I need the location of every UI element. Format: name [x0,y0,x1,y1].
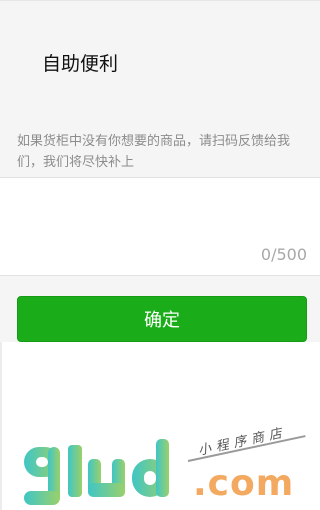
action-section: 确定 [0,276,320,342]
character-counter: 0/500 [260,245,307,264]
watermark-domain: .com [193,466,294,502]
header-section: 自助便利 如果货柜中没有你想要的商品，请扫码反馈给我们，我们将尽快补上 [0,0,320,178]
page-title: 自助便利 [42,53,119,75]
feedback-textarea[interactable]: 0/500 [0,178,320,275]
edge-line [0,342,2,510]
watermark-domain-text: .com [193,463,295,504]
confirm-button[interactable]: 确定 [17,296,307,342]
feedback-instructions: 如果货柜中没有你想要的商品，请扫码反馈给我们，我们将尽快补上 [17,134,291,170]
page: 自助便利 如果货柜中没有你想要的商品，请扫码反馈给我们，我们将尽快补上 0/50… [0,0,320,510]
logo-mark-icon [24,439,169,505]
